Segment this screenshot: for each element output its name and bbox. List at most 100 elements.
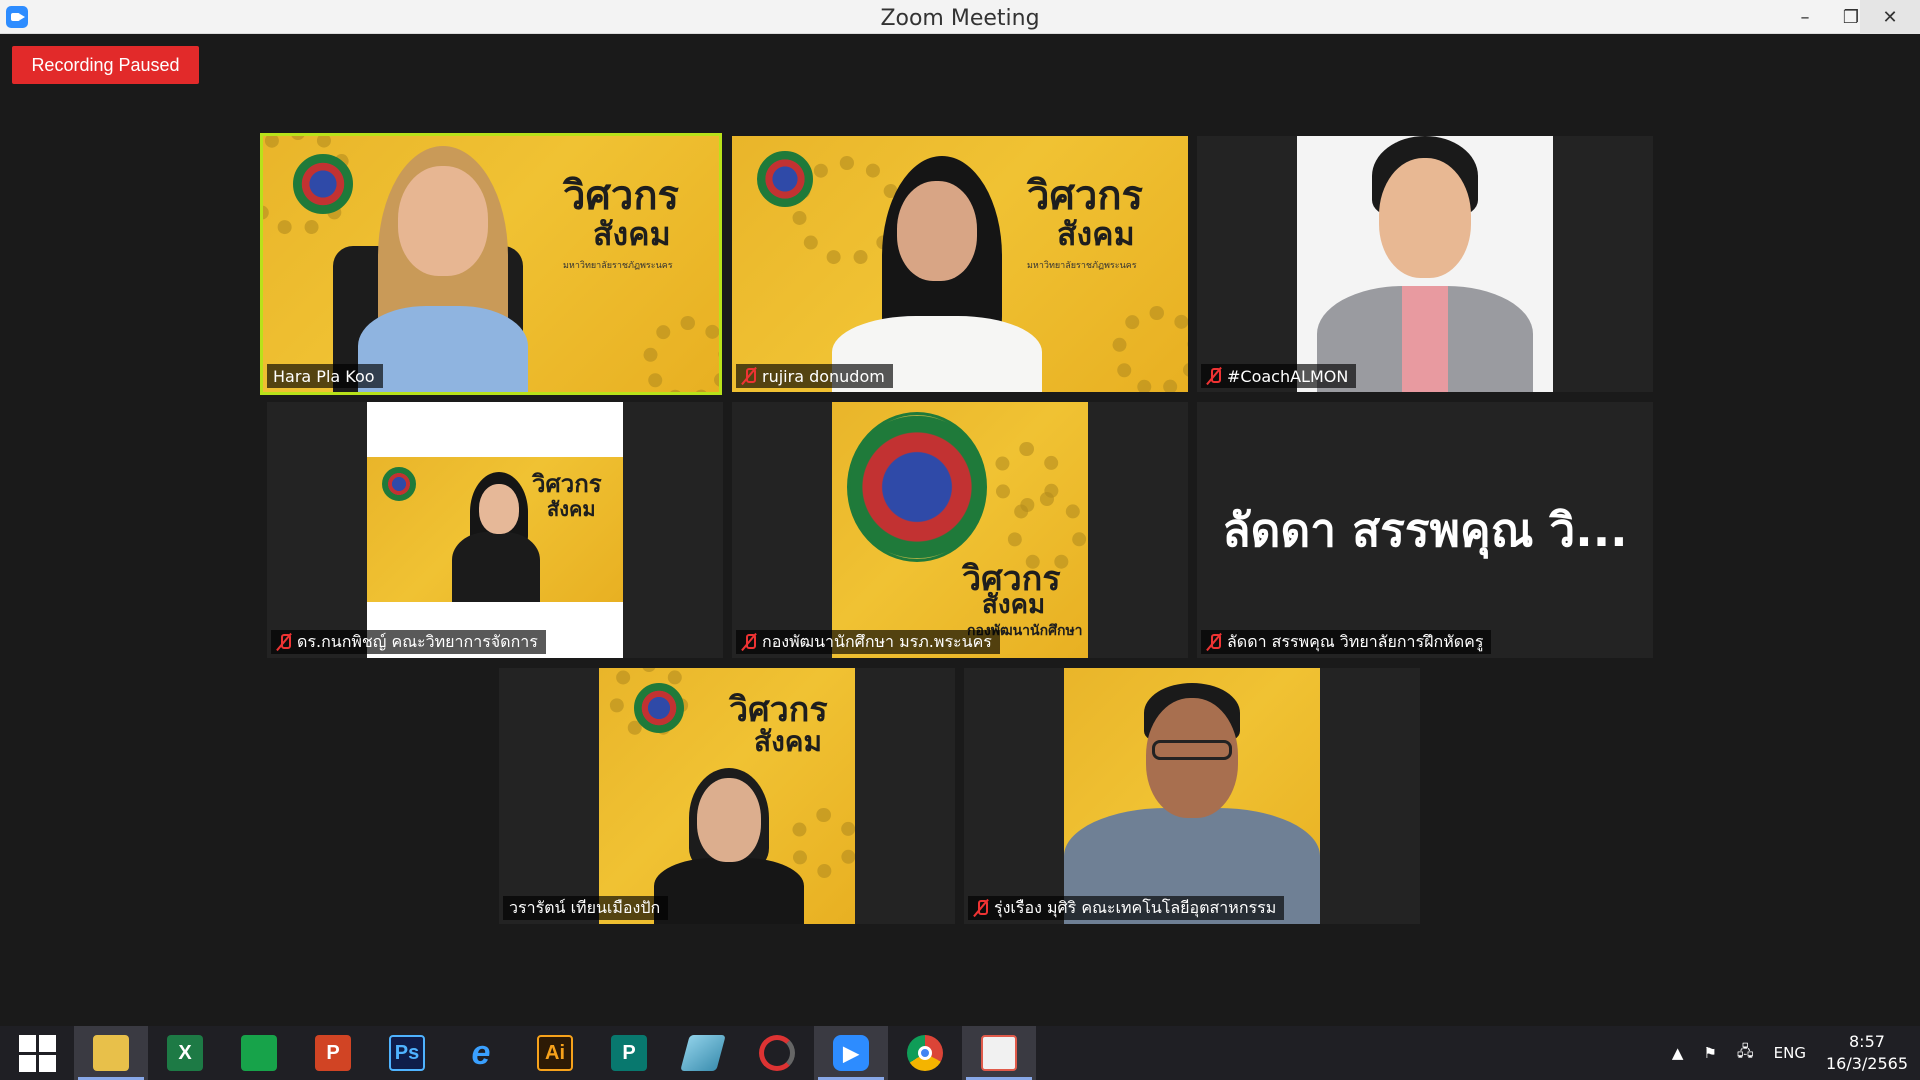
photos-icon xyxy=(981,1035,1017,1071)
participant-name: rujira donudom xyxy=(762,366,885,386)
participant-video xyxy=(1297,136,1553,392)
folder-icon xyxy=(93,1035,129,1071)
person-face xyxy=(697,778,761,862)
video-tile-kanokphit[interactable]: วิศวกร สังคม ดร.กนกพิชญ์ คณะวิทยาการจัดก… xyxy=(267,402,723,658)
muted-mic-icon xyxy=(742,633,756,651)
excel-icon: X xyxy=(167,1035,203,1071)
video-tile-rujira-donudom[interactable]: วิศวกร สังคม มหาวิทยาลัยราชภัฏพระนคร ruj… xyxy=(732,136,1188,392)
university-seal-icon xyxy=(382,467,416,501)
powerpoint-icon: P xyxy=(315,1035,351,1071)
participant-video: วิศวกร สังคม มหาวิทยาลัยราชภัฏพระนคร xyxy=(263,136,719,392)
video-tile-coachalmon[interactable]: #CoachALMON xyxy=(1197,136,1653,392)
system-tray: ▲ ⚑ 🖧 ENG 8:57 16/3/2565 xyxy=(1662,1026,1920,1080)
participant-video: วิศวกร สังคม กองพัฒนานักศึกษา xyxy=(832,402,1088,658)
windows-logo-icon xyxy=(18,1034,56,1072)
participant-video: วิศวกร สังคม xyxy=(599,668,855,924)
banner-title-line2: สังคม xyxy=(754,725,822,758)
participant-name-tag: วรารัตน์ เทียนเมืองปัก xyxy=(503,896,669,920)
muted-mic-icon xyxy=(277,633,291,651)
language-indicator[interactable]: ENG xyxy=(1774,1044,1806,1062)
participant-video: วิศวกร สังคม มหาวิทยาลัยราชภัฏพระนคร xyxy=(732,136,1188,392)
show-hidden-icons-icon[interactable]: ▲ xyxy=(1672,1044,1684,1062)
clock-time: 8:57 xyxy=(1849,1032,1885,1051)
gear-decoration xyxy=(1112,306,1188,392)
notes-icon xyxy=(680,1035,726,1071)
illustrator-icon: Ai xyxy=(537,1035,573,1071)
start-button[interactable] xyxy=(0,1026,74,1080)
taskbar-illustrator[interactable]: Ai xyxy=(518,1026,592,1080)
participant-name: ดร.กนกพิชญ์ คณะวิทยาการจัดการ xyxy=(297,631,538,651)
close-button[interactable]: ✕ xyxy=(1860,0,1920,34)
taskbar-publisher[interactable]: P xyxy=(592,1026,666,1080)
meeting-area: Recording Paused วิศวกร สังคม มหาวิทยาลั… xyxy=(0,34,1920,1026)
recording-paused-badge[interactable]: Recording Paused xyxy=(12,46,199,84)
participant-display-name: ลัดดา สรรพคุณ วิ... xyxy=(1222,502,1628,557)
person-body xyxy=(358,306,528,392)
taskbar-photoshop[interactable]: Ps xyxy=(370,1026,444,1080)
taskbar-file-explorer[interactable] xyxy=(74,1026,148,1080)
participant-name-tag: Hara Pla Koo xyxy=(267,364,383,388)
person-body xyxy=(654,858,804,924)
banner-title-line1: วิศวกร xyxy=(532,469,602,498)
participant-name: Hara Pla Koo xyxy=(273,366,375,386)
participant-name: กองพัฒนานักศึกษา มรภ.พระนคร xyxy=(762,631,992,651)
photoshop-icon: Ps xyxy=(389,1035,425,1071)
university-seal-icon xyxy=(847,412,987,562)
participant-name-tag: รุ่งเรือง มุศิริ คณะเทคโนโลยีอุตสาหกรรม xyxy=(968,896,1285,920)
video-tile-vararat[interactable]: วิศวกร สังคม วรารัตน์ เทียนเมืองปัก xyxy=(499,668,955,924)
video-tile-hara-pla-koo[interactable]: วิศวกร สังคม มหาวิทยาลัยราชภัฏพระนคร Har… xyxy=(260,133,722,395)
banner-university: มหาวิทยาลัยราชภัฏพระนคร xyxy=(1027,261,1137,271)
university-seal-icon xyxy=(634,683,684,733)
person-face xyxy=(479,484,519,534)
banner-title-line2: สังคม xyxy=(547,497,596,521)
banner-title-line2: สังคม xyxy=(593,215,671,253)
action-center-flag-icon[interactable]: ⚑ xyxy=(1703,1044,1716,1062)
banner-title-line1: วิศวกร xyxy=(729,690,828,730)
taskbar-chrome[interactable] xyxy=(888,1026,962,1080)
participant-name-tag: #CoachALMON xyxy=(1201,364,1357,388)
muted-mic-icon xyxy=(1207,633,1221,651)
taskbar-zoom[interactable]: ▶ xyxy=(814,1026,888,1080)
participant-name-tag: ลัดดา สรรพคุณ วิทยาลัยการฝึกหัดครู xyxy=(1201,630,1492,654)
participant-name-tag: rujira donudom xyxy=(736,364,893,388)
photoscape-icon xyxy=(759,1035,795,1071)
person-body xyxy=(452,532,540,602)
internet-explorer-icon: e xyxy=(471,1033,491,1072)
person-face xyxy=(897,181,977,281)
glasses-icon xyxy=(1152,740,1232,760)
system-clock[interactable]: 8:57 16/3/2565 xyxy=(1826,1031,1908,1075)
banner-title-line1: วิศวกร xyxy=(563,172,680,219)
banner-title-line1: วิศวกร xyxy=(1027,172,1144,219)
participant-video: วิศวกร สังคม xyxy=(367,402,623,658)
banner-university: มหาวิทยาลัยราชภัฏพระนคร xyxy=(563,261,673,271)
participant-name: รุ่งเรือง มุศิริ คณะเทคโนโลยีอุตสาหกรรม xyxy=(994,897,1277,917)
windows-taskbar: X P Ps e Ai P ▶ ▲ ⚑ 🖧 ENG 8:57 16/3/2565 xyxy=(0,1026,1920,1080)
clock-date: 16/3/2565 xyxy=(1825,1054,1908,1073)
gear-decoration xyxy=(789,808,855,878)
banner-title-line2: สังคม xyxy=(1057,215,1135,253)
taskbar-photoscape[interactable] xyxy=(740,1026,814,1080)
taskbar-internet-explorer[interactable]: e xyxy=(444,1026,518,1080)
participant-name: ลัดดา สรรพคุณ วิทยาลัยการฝึกหัดครู xyxy=(1227,631,1484,651)
taskbar-photos[interactable] xyxy=(962,1026,1036,1080)
muted-mic-icon xyxy=(974,899,988,917)
chrome-icon xyxy=(907,1035,943,1071)
person-face xyxy=(398,166,488,276)
video-tile-rungruang[interactable]: รุ่งเรือง มุศิริ คณะเทคโนโลยีอุตสาหกรรม xyxy=(964,668,1420,924)
window-title: Zoom Meeting xyxy=(880,6,1040,31)
store-icon xyxy=(241,1035,277,1071)
banner-title-line2: สังคม xyxy=(982,590,1046,620)
university-seal-icon xyxy=(293,154,353,214)
network-icon[interactable]: 🖧 xyxy=(1737,1041,1754,1066)
minimize-button[interactable]: – xyxy=(1782,0,1828,34)
participant-name: วรารัตน์ เทียนเมืองปัก xyxy=(509,897,661,917)
taskbar-store[interactable] xyxy=(222,1026,296,1080)
participant-video xyxy=(1064,668,1320,924)
university-seal-icon xyxy=(757,151,813,207)
taskbar-notes[interactable] xyxy=(666,1026,740,1080)
video-tile-student-affairs[interactable]: วิศวกร สังคม กองพัฒนานักศึกษา กองพัฒนานั… xyxy=(732,402,1188,658)
video-tile-ladda[interactable]: ลัดดา สรรพคุณ วิ... ลัดดา สรรพคุณ วิทยาล… xyxy=(1197,402,1653,658)
taskbar-excel[interactable]: X xyxy=(148,1026,222,1080)
taskbar-powerpoint[interactable]: P xyxy=(296,1026,370,1080)
title-bar: Zoom Meeting – ❐ ✕ xyxy=(0,0,1920,34)
